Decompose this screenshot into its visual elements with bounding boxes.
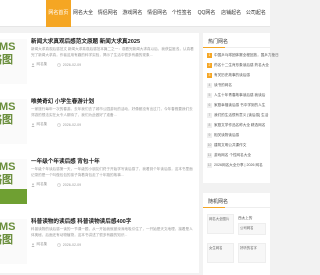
article-card[interactable]: CMS 略图 新闻大求真观后感范文原题 新闻大求真2025 新闻大求真观后感范文… bbox=[0, 33, 199, 93]
article-title[interactable]: 一年级个年读后感 背包十年 bbox=[31, 157, 100, 165]
recommend-caption[interactable]: 西太上的 bbox=[238, 216, 252, 221]
panel-divider bbox=[203, 207, 270, 208]
article-card[interactable]: CMS 略图 一年级个年读后感 背包十年 一年级个年读后感第一天，一年级的小朋友… bbox=[0, 153, 199, 213]
article-summary: 一家旅行每年一次的春游。去年我们去了城市公园游玩的活动，好像都没有出过门，今年春… bbox=[31, 107, 193, 117]
nav-item-signature[interactable]: 个性签名 bbox=[169, 0, 194, 27]
user-icon bbox=[31, 122, 35, 127]
nav-item-names[interactable]: 网名大全 bbox=[71, 0, 96, 27]
user-icon bbox=[31, 62, 35, 67]
list-item[interactable]: 8 家庭文学作品名称大全 精选网名 bbox=[207, 123, 265, 128]
list-item-label: 家庭文学作品名称大全 精选网名 bbox=[214, 123, 266, 127]
list-item-label: 相关读物读后感 bbox=[214, 133, 240, 137]
list-item-label: 2026网名大全分享 | 2026 网名 bbox=[214, 163, 263, 167]
list-item[interactable]: 2 药名十二生肖形象读后感 药名大全 bbox=[207, 63, 269, 68]
recommend-image[interactable]: 公司网名 bbox=[238, 223, 266, 235]
panel-title: 热门网名 bbox=[208, 39, 229, 45]
main-nav: 网名首页 网名大全 情侣网名 游戏网名 情侣网名 个性签名 QQ网名 店铺起名 … bbox=[46, 0, 268, 27]
list-item[interactable]: 12 2026网名大全分享 | 2026 网名 bbox=[207, 163, 263, 168]
article-meta: 网名集 2026-02-09 bbox=[31, 122, 81, 127]
list-item[interactable]: 6 家庭幸福读后感 书中学到的人生 bbox=[207, 103, 265, 108]
list-item[interactable]: 9 相关读物读后感 bbox=[207, 133, 239, 138]
list-item-label: 有关历史故事的读后感 bbox=[214, 73, 250, 77]
article-thumbnail[interactable]: CMS 略图 bbox=[0, 159, 27, 204]
article-author[interactable]: 网名集 bbox=[37, 182, 48, 187]
recommend-image[interactable]: 女生网名 bbox=[207, 243, 234, 263]
article-meta: 网名集 2026-02-09 bbox=[31, 62, 81, 67]
list-item-label: 读书的网名 bbox=[214, 83, 232, 87]
nav-item-couple-2[interactable]: 情侣网名 bbox=[145, 0, 170, 27]
image-alt-text: 网名大全图片 bbox=[209, 217, 230, 221]
article-summary: 一年级个年读后感第一天，一年级的小朋友们终于开始学写读后感了，我看到个年读后感，… bbox=[31, 167, 193, 177]
list-item-label: 家庭幸福读后感 书中学到的人生 bbox=[214, 103, 266, 107]
clock-icon bbox=[57, 62, 62, 67]
list-item-label: 药名十二生肖形象读后感 药名大全 bbox=[214, 63, 269, 67]
nav-item-home[interactable]: 网名首页 bbox=[46, 0, 71, 27]
user-icon bbox=[31, 182, 35, 187]
thumbnail-label: 略图 bbox=[0, 174, 13, 186]
article-author[interactable]: 网名集 bbox=[37, 242, 48, 247]
article-summary: 科普读物的读后感一读的一节课一题，从一开始我就被深深地吸引住了，一开始是天文地理… bbox=[31, 227, 193, 237]
thumbnail-label: 略图 bbox=[0, 234, 13, 246]
article-card[interactable]: CMS 略图 科普读物的读后感 科普读物读后感400字 科普读物的读后感一读的一… bbox=[0, 213, 199, 273]
clock-icon bbox=[57, 182, 62, 187]
list-item-label: 人生十年青春故事读后感 我读后 bbox=[214, 93, 266, 97]
user-icon bbox=[31, 242, 35, 247]
article-date: 2026-02-09 bbox=[62, 242, 82, 247]
article-card[interactable]: CMS 略图 唯美奇幻 小学生春游计划 一家旅行每年一次的春游。去年我们去了城市… bbox=[0, 93, 199, 153]
list-item-label: 我们的生活很有意义 [读后感] 生活 bbox=[214, 113, 269, 117]
thumbnail-label: CMS bbox=[0, 41, 16, 53]
nav-item-game[interactable]: 游戏网名 bbox=[120, 0, 145, 27]
thumbnail-label: CMS bbox=[0, 161, 16, 173]
article-date: 2026-02-09 bbox=[62, 62, 82, 67]
thumbnail-banner bbox=[0, 189, 27, 204]
image-alt-text: 女生网名 bbox=[209, 246, 223, 250]
list-item[interactable]: 10 建筑文明公共课作文 bbox=[207, 143, 246, 148]
recommend-image[interactable]: 网名大全图片 bbox=[207, 214, 234, 234]
thumbnail-label: 略图 bbox=[0, 114, 13, 126]
thumbnail-label: 略图 bbox=[0, 54, 13, 66]
article-date: 2026-02-09 bbox=[62, 122, 82, 127]
image-alt-text: 公司网名 bbox=[240, 226, 254, 230]
clock-icon bbox=[57, 122, 62, 127]
article-thumbnail[interactable]: CMS 略图 bbox=[0, 219, 27, 264]
article-thumbnail[interactable]: CMS 略图 bbox=[0, 99, 27, 144]
nav-item-company[interactable]: 公司起名 bbox=[244, 0, 269, 27]
list-item-label: 游戏网名 个性网名大全 bbox=[214, 153, 251, 157]
clock-icon bbox=[57, 242, 62, 247]
panel-title: 随机网名 bbox=[208, 199, 229, 205]
article-author[interactable]: 网名集 bbox=[37, 122, 48, 127]
article-title[interactable]: 唯美奇幻 小学生春游计划 bbox=[31, 97, 94, 105]
image-alt-text: 好听的名字 bbox=[240, 246, 257, 250]
article-title[interactable]: 新闻大求真观后感范文原题 新闻大求真2025 bbox=[31, 37, 140, 45]
article-author[interactable]: 网名集 bbox=[37, 62, 48, 67]
article-title[interactable]: 科普读物的读后感 科普读物读后感400字 bbox=[31, 217, 131, 225]
panel-divider bbox=[203, 47, 270, 48]
list-item[interactable]: 4 读书的网名 bbox=[207, 83, 232, 88]
article-summary: 新闻大求真观后感范文 新闻大求真观后感范本篇二之一：观看完新闻大求真以后，我获益… bbox=[31, 47, 194, 57]
article-meta: 网名集 2026-02-09 bbox=[31, 242, 81, 247]
list-item-label: 中国乒乓球团体赛全程回放，国乒力挫日 bbox=[214, 53, 279, 57]
article-date: 2026-02-09 bbox=[62, 182, 82, 187]
list-item[interactable]: 11 游戏网名 个性网名大全 bbox=[207, 153, 251, 158]
thumbnail-label: CMS bbox=[0, 101, 16, 113]
nav-item-qq[interactable]: QQ网名 bbox=[194, 0, 219, 27]
list-item-label: 建筑文明公共课作文 bbox=[214, 143, 247, 147]
list-item[interactable]: 7 我们的生活很有意义 [读后感] 生活 bbox=[207, 113, 268, 118]
recommend-image[interactable]: 好听的名字 bbox=[238, 243, 266, 263]
list-item[interactable]: 3 有关历史故事的读后感 bbox=[207, 73, 250, 78]
site-logo[interactable]: 果 bbox=[0, 4, 18, 22]
nav-item-shop[interactable]: 店铺起名 bbox=[219, 0, 244, 27]
nav-item-couple[interactable]: 情侣网名 bbox=[95, 0, 120, 27]
thumbnail-label: CMS bbox=[0, 221, 16, 233]
list-item[interactable]: 1 中国乒乓球团体赛全程回放，国乒力挫日 bbox=[207, 53, 279, 58]
article-meta: 网名集 2026-02-09 bbox=[31, 182, 81, 187]
random-names-panel: 随机网名 网名大全图片 西太上的 公司网名 女生网名 好听的名字 bbox=[203, 193, 270, 275]
list-item[interactable]: 5 人生十年青春故事读后感 我读后 bbox=[207, 93, 265, 98]
top-navigation-bar: 果 网名首页 网名大全 情侣网名 游戏网名 情侣网名 个性签名 QQ网名 店铺起… bbox=[0, 0, 270, 27]
hot-names-panel: 热门网名 1 中国乒乓球团体赛全程回放，国乒力挫日 2 药名十二生肖形象读后感 药名… bbox=[203, 33, 279, 183]
article-thumbnail[interactable]: CMS 略图 bbox=[0, 39, 27, 84]
